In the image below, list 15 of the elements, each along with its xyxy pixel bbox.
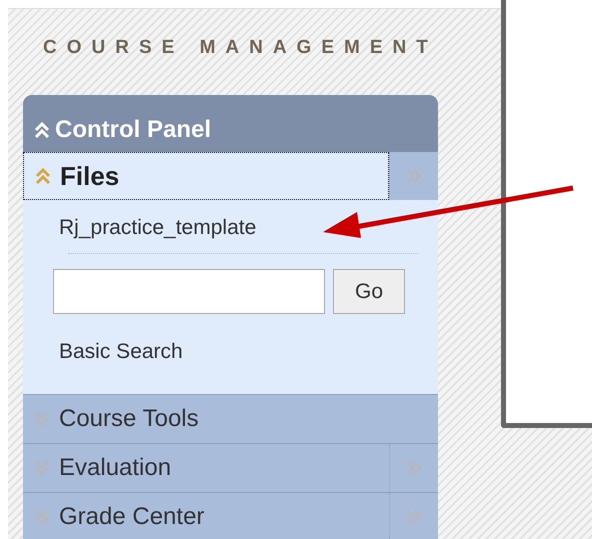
basic-search-link[interactable]: Basic Search bbox=[59, 340, 183, 364]
menu-section[interactable]: Course Tools bbox=[23, 395, 438, 443]
double-arrow-icon bbox=[405, 510, 423, 524]
flyout-button[interactable] bbox=[389, 152, 438, 200]
section-label: Grade Center bbox=[59, 503, 204, 531]
file-link[interactable]: Rj_practice_template bbox=[53, 216, 256, 240]
double-arrow-icon bbox=[405, 169, 423, 183]
panel-title: Control Panel bbox=[55, 116, 212, 144]
search-field[interactable] bbox=[53, 269, 325, 314]
section-heading: COURSE MANAGEMENT bbox=[42, 37, 439, 60]
go-button[interactable]: Go bbox=[333, 269, 405, 314]
section-label: Course Tools bbox=[59, 405, 199, 433]
double-arrow-icon bbox=[405, 461, 423, 475]
section-label: Files bbox=[60, 160, 120, 192]
section-label: Evaluation bbox=[59, 454, 172, 482]
